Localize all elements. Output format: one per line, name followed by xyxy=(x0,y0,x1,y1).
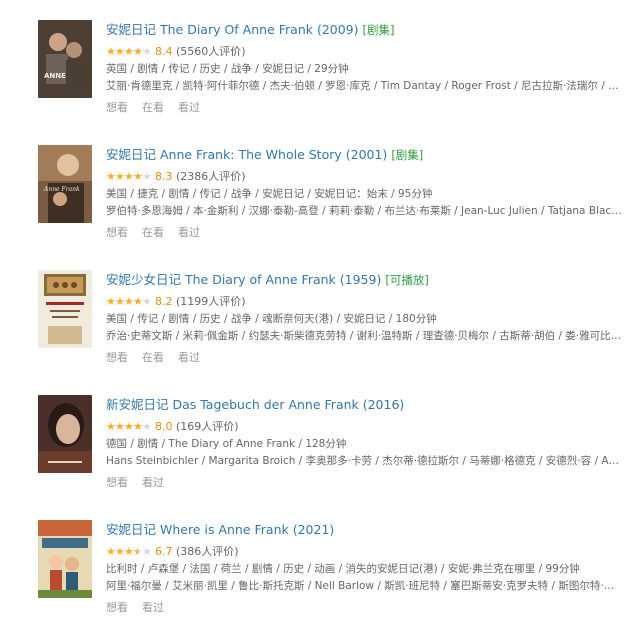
star-icon: ★ xyxy=(133,170,143,183)
rating-row: ★★★★★ 6.7 (386人评价) xyxy=(106,543,626,561)
svg-text:Anne Frank: Anne Frank xyxy=(43,186,80,193)
watched-button[interactable]: 看过 xyxy=(178,101,200,114)
movie-title-link[interactable]: 新安妮日记 Das Tagebuch der Anne Frank (2016) xyxy=(106,397,404,412)
rating-stars: ★★★★★ xyxy=(106,45,152,58)
genre-line: 美国 / 传记 / 剧情 / 历史 / 战争 / 魂断奈何天(港) / 安妮日记… xyxy=(106,313,437,325)
star-icon: ★ xyxy=(115,45,125,58)
svg-text:ANNE: ANNE xyxy=(44,72,66,80)
movie-item: 安妮日记 Where is Anne Frank (2021) ★★★★★ 6.… xyxy=(0,520,640,640)
rating-count: (2386人评价) xyxy=(176,170,246,183)
poster-image-where-is-anne xyxy=(38,520,92,598)
genre-line: 英国 / 剧情 / 传记 / 历史 / 战争 / 安妮日记 / 29分钟 xyxy=(106,63,349,75)
format-tag: [剧集] xyxy=(362,23,395,37)
rating-stars: ★★★★★ xyxy=(106,170,152,183)
rating-score: 8.4 xyxy=(155,45,173,58)
poster-image-diary-2009: ANNE xyxy=(38,20,92,98)
star-icon: ★ xyxy=(124,420,134,433)
rating-stars: ★★★★★ xyxy=(106,295,152,308)
watching-button[interactable]: 在看 xyxy=(142,351,164,364)
star-empty-icon: ★ xyxy=(142,295,152,308)
star-icon: ★ xyxy=(115,420,125,433)
star-empty-icon: ★ xyxy=(142,45,152,58)
rating-score: 8.2 xyxy=(155,295,173,308)
watching-button[interactable]: 在看 xyxy=(142,226,164,239)
rating-score: 8.0 xyxy=(155,420,173,433)
star-icon: ★ xyxy=(106,295,116,308)
cast-line: Hans Steinbichler / Margarita Broich / 李… xyxy=(106,455,622,467)
watched-button[interactable]: 看过 xyxy=(142,476,164,489)
movie-poster[interactable]: Anne Frank xyxy=(38,145,92,223)
star-icon: ★ xyxy=(124,170,134,183)
rating-score: 6.7 xyxy=(155,545,173,558)
rating-count: (1199人评价) xyxy=(176,295,246,308)
star-icon: ★ xyxy=(124,295,134,308)
rating-row: ★★★★★ 8.3 (2386人评价) xyxy=(106,168,626,186)
cast-line: 艾丽·肯德里克 / 凯特·阿什菲尔德 / 杰夫·伯顿 / 罗恩·库克 / Tim… xyxy=(106,80,622,92)
star-empty-icon: ★ xyxy=(142,420,152,433)
star-half-icon: ★ xyxy=(133,546,143,559)
movie-title-link[interactable]: 安妮少女日记 The Diary of Anne Frank (1959) xyxy=(106,272,381,287)
star-icon: ★ xyxy=(133,420,143,433)
want-to-watch-button[interactable]: 想看 xyxy=(106,351,128,364)
movie-title-link[interactable]: 安妮日记 Where is Anne Frank (2021) xyxy=(106,522,334,537)
want-to-watch-button[interactable]: 想看 xyxy=(106,101,128,114)
movie-poster[interactable] xyxy=(38,395,92,473)
genre-line: 美国 / 捷克 / 剧情 / 传记 / 战争 / 安妮日记 / 安妮日记：始末 … xyxy=(106,188,433,200)
star-icon: ★ xyxy=(124,545,134,558)
star-icon: ★ xyxy=(133,295,143,308)
star-empty-icon: ★ xyxy=(142,545,152,558)
poster-image-tagebuch xyxy=(38,395,92,473)
movie-title-link[interactable]: 安妮日记 Anne Frank: The Whole Story (2001) xyxy=(106,147,387,162)
format-tag: [剧集] xyxy=(391,148,424,162)
movie-item: Anne Frank 安妮日记 Anne Frank: The Whole St… xyxy=(0,145,640,265)
star-icon: ★ xyxy=(133,45,143,58)
poster-image-whole-story: Anne Frank xyxy=(38,145,92,223)
rating-count: (386人评价) xyxy=(176,545,239,558)
star-icon: ★ xyxy=(106,170,116,183)
watched-button[interactable]: 看过 xyxy=(178,351,200,364)
action-row: 想看 看过 xyxy=(106,474,626,492)
watched-button[interactable]: 看过 xyxy=(142,601,164,614)
rating-stars: ★★★★★ xyxy=(106,545,152,559)
action-row: 想看 在看 看过 xyxy=(106,224,626,242)
want-to-watch-button[interactable]: 想看 xyxy=(106,601,128,614)
rating-stars: ★★★★★ xyxy=(106,420,152,433)
movie-item: 安妮少女日记 The Diary of Anne Frank (1959) [可播… xyxy=(0,270,640,390)
rating-score: 8.3 xyxy=(155,170,173,183)
star-icon: ★ xyxy=(115,170,125,183)
star-icon: ★ xyxy=(106,545,116,558)
star-icon: ★ xyxy=(115,295,125,308)
genre-line: 比利时 / 卢森堡 / 法国 / 荷兰 / 剧情 / 历史 / 动画 / 消失的… xyxy=(106,563,580,575)
cast-line: 罗伯特·多恩海姆 / 本·金斯利 / 汉娜·泰勒-高登 / 莉莉·泰勒 / 布兰… xyxy=(106,205,622,217)
movie-item: 新安妮日记 Das Tagebuch der Anne Frank (2016)… xyxy=(0,395,640,515)
genre-line: 德国 / 剧情 / The Diary of Anne Frank / 128分… xyxy=(106,438,347,450)
movie-poster[interactable] xyxy=(38,520,92,598)
star-icon: ★ xyxy=(124,45,134,58)
movie-result-list: ANNE 安妮日记 The Diary Of Anne Frank (2009)… xyxy=(0,0,640,643)
movie-item: ANNE 安妮日记 The Diary Of Anne Frank (2009)… xyxy=(0,20,640,140)
rating-row: ★★★★★ 8.4 (5560人评价) xyxy=(106,43,626,61)
action-row: 想看 在看 看过 xyxy=(106,99,626,117)
rating-row: ★★★★★ 8.2 (1199人评价) xyxy=(106,293,626,311)
movie-title-link[interactable]: 安妮日记 The Diary Of Anne Frank (2009) xyxy=(106,22,359,37)
rating-count: (5560人评价) xyxy=(176,45,246,58)
star-icon: ★ xyxy=(106,45,116,58)
want-to-watch-button[interactable]: 想看 xyxy=(106,226,128,239)
watching-button[interactable]: 在看 xyxy=(142,101,164,114)
star-icon: ★ xyxy=(115,545,125,558)
watched-button[interactable]: 看过 xyxy=(178,226,200,239)
cast-line: 阿里·福尔曼 / 艾米丽·凯里 / 鲁比·斯托克斯 / Nell Barlow … xyxy=(106,580,622,592)
rating-count: (169人评价) xyxy=(176,420,239,433)
star-empty-icon: ★ xyxy=(142,170,152,183)
action-row: 想看 看过 xyxy=(106,599,626,617)
rating-row: ★★★★★ 8.0 (169人评价) xyxy=(106,418,626,436)
action-row: 想看 在看 看过 xyxy=(106,349,626,367)
want-to-watch-button[interactable]: 想看 xyxy=(106,476,128,489)
movie-poster[interactable] xyxy=(38,270,92,348)
poster-image-diary-1959 xyxy=(38,270,92,348)
star-icon: ★ xyxy=(106,420,116,433)
cast-line: 乔治·史蒂文斯 / 米莉·佩金斯 / 约瑟夫·斯柴德克劳特 / 谢利·温特斯 /… xyxy=(106,330,622,342)
format-tag: [可播放] xyxy=(385,273,429,287)
movie-poster[interactable]: ANNE xyxy=(38,20,92,98)
